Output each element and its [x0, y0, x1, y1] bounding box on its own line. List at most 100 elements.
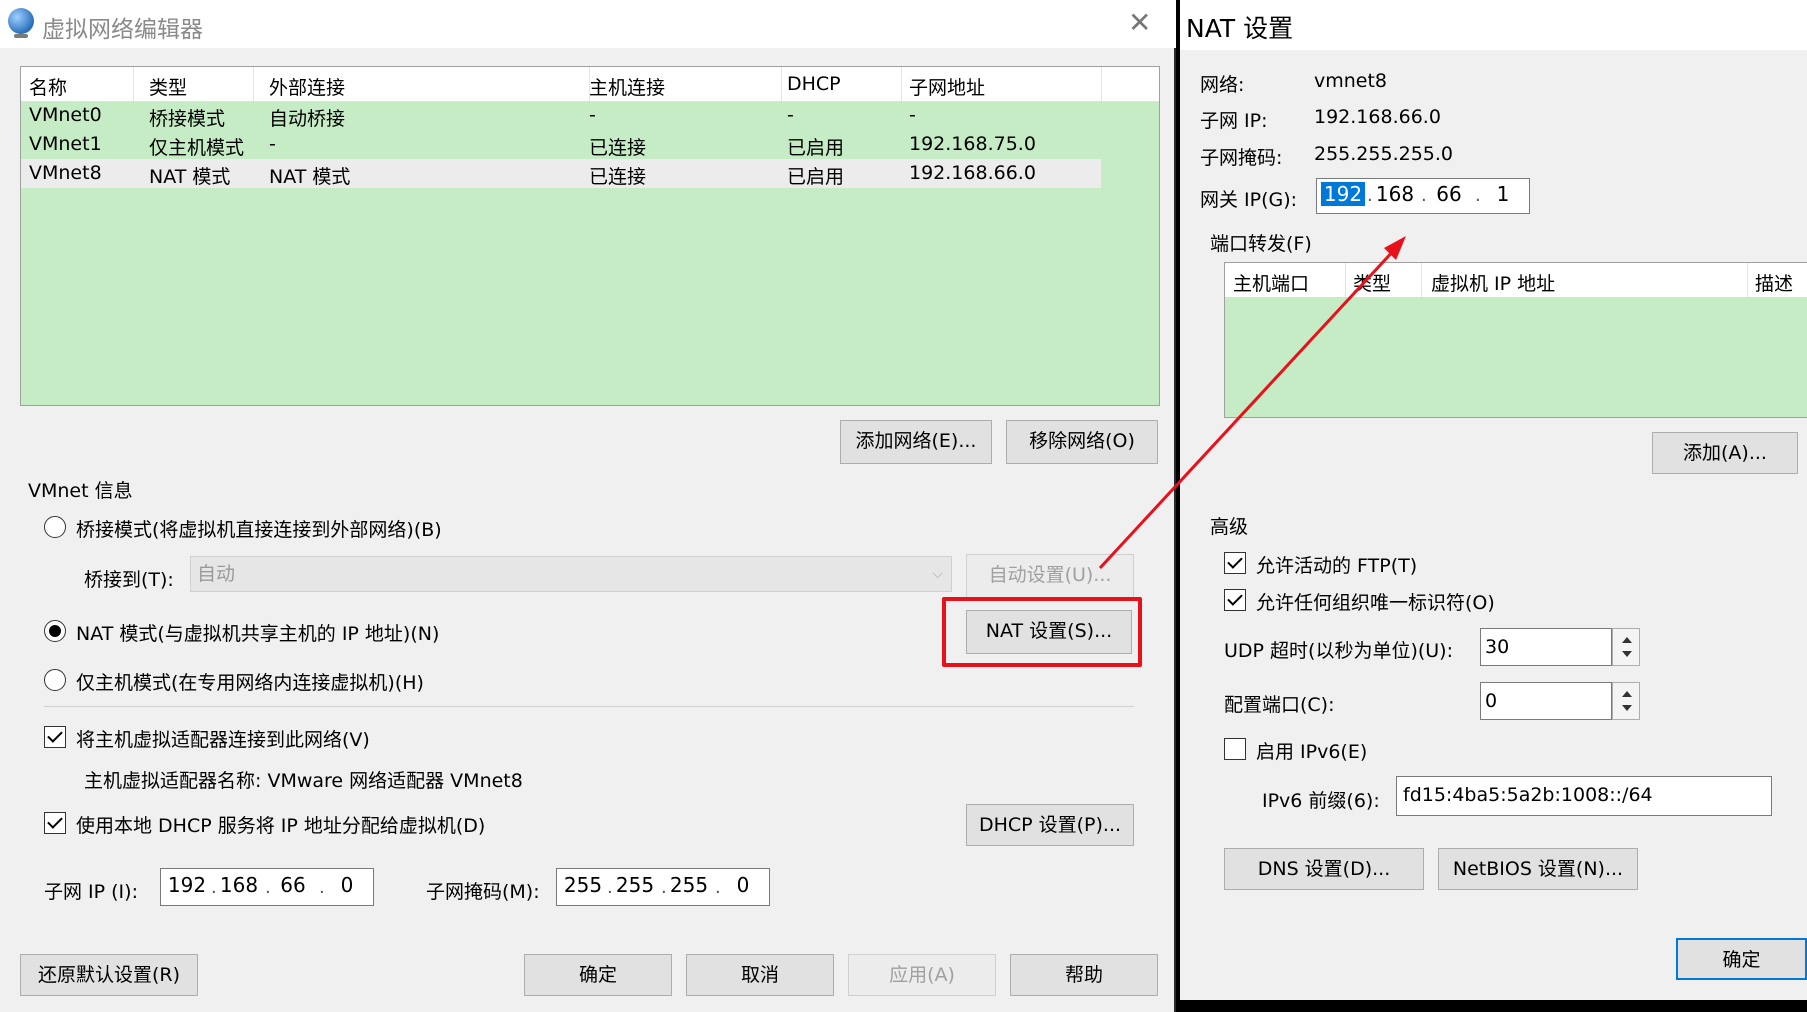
ipv6-prefix-input[interactable]: fd15:4ba5:5a2b:1008::/64 — [1396, 776, 1772, 816]
help-button[interactable]: 帮助 — [1010, 954, 1158, 996]
enable-ipv6-label[interactable]: 启用 IPv6(E) — [1256, 737, 1367, 764]
host-only-label[interactable]: 仅主机模式(在专用网络内连接虚拟机)(H) — [76, 668, 424, 695]
use-dhcp-checkbox[interactable] — [44, 812, 66, 834]
arrow-up-icon[interactable] — [1622, 637, 1632, 643]
cancel-button[interactable]: 取消 — [686, 954, 834, 996]
auto-settings-button[interactable]: 自动设置(U)... — [966, 554, 1134, 598]
enable-ipv6-checkbox[interactable] — [1224, 738, 1246, 760]
column-divider — [901, 67, 902, 101]
subnet-ip-input[interactable]: 192 . 168 . 66 . 0 — [160, 868, 374, 906]
network-table[interactable]: 名称 类型 外部连接 主机连接 DHCP 子网地址 VMnet0 桥接模式 自动… — [20, 66, 1160, 406]
col-host[interactable]: 主机连接 — [589, 73, 665, 100]
ip-dot: . — [715, 877, 721, 898]
use-dhcp-label[interactable]: 使用本地 DHCP 服务将 IP 地址分配给虚拟机(D) — [76, 811, 485, 838]
ip-dot: . — [265, 877, 271, 898]
nat-mode-label[interactable]: NAT 模式(与虚拟机共享主机的 IP 地址)(N) — [76, 619, 439, 646]
col-name[interactable]: 名称 — [29, 73, 67, 100]
ip-octet[interactable]: 192 — [165, 873, 209, 897]
column-divider — [253, 67, 254, 101]
bridge-mode-radio[interactable] — [44, 516, 66, 538]
gateway-ip-label: 网关 IP(G): — [1200, 189, 1298, 211]
advanced-label: 高级 — [1210, 516, 1249, 538]
ip-dot: . — [319, 877, 325, 898]
arrow-up-icon[interactable] — [1622, 691, 1632, 697]
ip-octet[interactable]: 255 — [613, 873, 657, 897]
ip-octet-selected[interactable]: 192 — [1321, 182, 1365, 206]
config-port-input[interactable]: 0 — [1480, 682, 1612, 720]
netbios-settings-button[interactable]: NetBIOS 设置(N)... — [1438, 848, 1638, 890]
dns-settings-button[interactable]: DNS 设置(D)... — [1224, 848, 1424, 890]
allow-oui-checkbox[interactable] — [1224, 589, 1246, 611]
screen-background-strip — [1180, 1000, 1807, 1012]
cell-host: 已连接 — [589, 137, 647, 159]
ip-dot: . — [607, 877, 613, 898]
column-divider — [1421, 263, 1422, 297]
port-forward-label: 端口转发(F) — [1210, 233, 1312, 255]
ip-octet[interactable]: 66 — [271, 873, 315, 897]
allow-ftp-checkbox[interactable] — [1224, 552, 1246, 574]
bridge-to-select[interactable]: 自动 ⌵ — [190, 556, 952, 592]
ip-octet[interactable]: 255 — [667, 873, 711, 897]
ip-octet[interactable]: 0 — [721, 873, 765, 897]
ipv6-prefix-label: IPv6 前缀(6): — [1262, 790, 1380, 812]
add-network-button[interactable]: 添加网络(E)... — [840, 420, 992, 464]
bridge-to-value: 自动 — [197, 563, 236, 585]
allow-oui-label[interactable]: 允许任何组织唯一标识符(O) — [1256, 588, 1495, 615]
ip-dot: . — [661, 877, 667, 898]
ip-octet[interactable]: 168 — [217, 873, 261, 897]
cell-external: 自动桥接 — [269, 108, 346, 130]
dhcp-settings-button[interactable]: DHCP 设置(P)... — [966, 804, 1134, 846]
cell-name: VMnet1 — [29, 133, 102, 155]
nat-subnet-mask-value: 255.255.255.0 — [1314, 143, 1454, 165]
ip-octet[interactable]: 0 — [325, 873, 369, 897]
arrow-down-icon[interactable] — [1622, 651, 1632, 657]
nat-ok-button[interactable]: 确定 — [1676, 938, 1807, 980]
table-row[interactable]: VMnet0 桥接模式 自动桥接 - - - — [21, 101, 1101, 130]
col-external[interactable]: 外部连接 — [269, 73, 345, 100]
close-icon[interactable]: ✕ — [1128, 6, 1151, 39]
subnet-mask-input[interactable]: 255 . 255 . 255 . 0 — [556, 868, 770, 906]
nat-settings-button[interactable]: NAT 设置(S)... — [966, 610, 1132, 654]
table-row-selected[interactable]: VMnet8 NAT 模式 NAT 模式 已连接 已启用 192.168.66.… — [21, 159, 1101, 188]
restore-defaults-button[interactable]: 还原默认设置(R) — [20, 954, 198, 996]
ok-button[interactable]: 确定 — [524, 954, 672, 996]
col-vm-ip[interactable]: 虚拟机 IP 地址 — [1431, 269, 1555, 296]
port-forward-table[interactable]: 主机端口 类型 虚拟机 IP 地址 描述 — [1224, 262, 1807, 418]
nat-subnet-ip-value: 192.168.66.0 — [1314, 106, 1441, 128]
table-row[interactable]: VMnet1 仅主机模式 - 已连接 已启用 192.168.75.0 — [21, 130, 1101, 159]
bridge-mode-label[interactable]: 桥接模式(将虚拟机直接连接到外部网络)(B) — [76, 515, 442, 542]
col-pf-type[interactable]: 类型 — [1353, 269, 1391, 296]
config-port-spinner[interactable] — [1612, 682, 1640, 720]
column-divider — [133, 67, 134, 101]
nat-mode-radio[interactable] — [44, 620, 66, 642]
ip-octet[interactable]: 66 — [1427, 182, 1471, 206]
apply-button[interactable]: 应用(A) — [848, 954, 996, 996]
column-divider — [1747, 263, 1748, 297]
col-description[interactable]: 描述 — [1755, 269, 1793, 296]
connect-adapter-label[interactable]: 将主机虚拟适配器连接到此网络(V) — [76, 725, 370, 752]
globe-icon — [8, 8, 34, 38]
col-host-port[interactable]: 主机端口 — [1233, 269, 1309, 296]
col-subnet[interactable]: 子网地址 — [909, 73, 985, 100]
col-type[interactable]: 类型 — [149, 73, 187, 100]
gateway-ip-input[interactable]: 192 . 168 . 66 . 1 — [1316, 178, 1530, 214]
udp-timeout-input[interactable]: 30 — [1480, 628, 1612, 666]
col-dhcp[interactable]: DHCP — [787, 73, 841, 95]
allow-ftp-label[interactable]: 允许活动的 FTP(T) — [1256, 551, 1417, 578]
host-only-radio[interactable] — [44, 669, 66, 691]
cell-external: - — [269, 133, 276, 155]
subnet-mask-label: 子网掩码(M): — [426, 881, 540, 903]
connect-adapter-checkbox[interactable] — [44, 726, 66, 748]
remove-network-button[interactable]: 移除网络(O) — [1006, 420, 1158, 464]
arrow-down-icon[interactable] — [1622, 705, 1632, 711]
cell-dhcp: - — [787, 104, 794, 126]
ip-octet[interactable]: 1 — [1481, 182, 1525, 206]
udp-timeout-spinner[interactable] — [1612, 628, 1640, 666]
add-port-forward-button[interactable]: 添加(A)... — [1652, 432, 1798, 474]
ip-dot: . — [1421, 185, 1427, 206]
ip-octet[interactable]: 168 — [1373, 182, 1417, 206]
ip-octet[interactable]: 255 — [561, 873, 605, 897]
subnet-ip-label: 子网 IP (I): — [44, 881, 138, 903]
cell-type: 桥接模式 — [149, 108, 226, 130]
bridge-to-label: 桥接到(T): — [84, 569, 174, 591]
